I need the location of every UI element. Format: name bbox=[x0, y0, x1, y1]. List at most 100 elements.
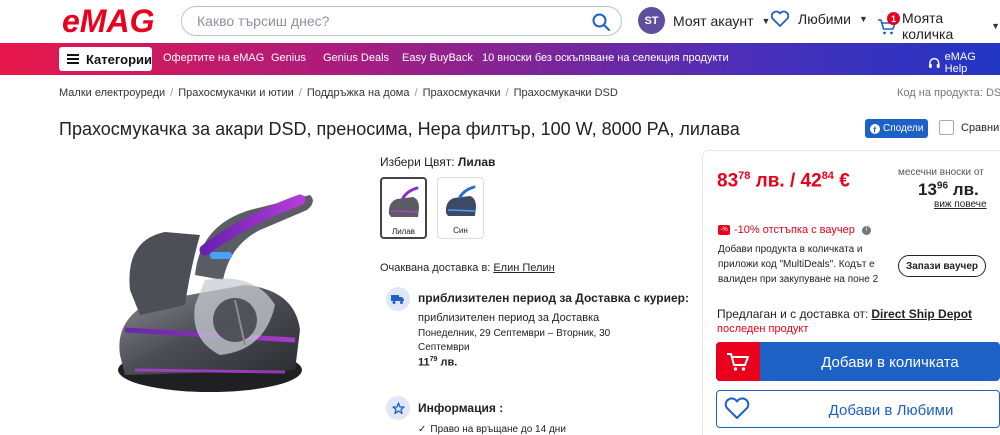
save-voucher-button[interactable]: Запази ваучер bbox=[898, 255, 986, 277]
cart-icon-wrap: 1 bbox=[877, 12, 900, 36]
courier-price-dec: 79 bbox=[429, 356, 438, 363]
compare-toggle[interactable]: Сравни bbox=[939, 120, 999, 135]
favorites-label[interactable]: Любими bbox=[798, 11, 851, 27]
info-title: Информация : bbox=[418, 401, 504, 415]
delivery-label: Очаквана доставка в: bbox=[380, 262, 491, 274]
help-label[interactable]: eMAG Help bbox=[945, 51, 1000, 75]
breadcrumb-separator: / bbox=[170, 87, 174, 99]
nav-link-easy-buyback[interactable]: Easy BuyBack bbox=[402, 52, 473, 64]
variant-label: Син bbox=[453, 226, 468, 235]
search-input[interactable] bbox=[197, 13, 587, 29]
product-code: Код на продукта: DSD4 bbox=[897, 87, 1000, 99]
price-eur-dec: 84 bbox=[821, 170, 834, 182]
share-label: Сподели bbox=[883, 123, 924, 134]
emag-logo[interactable]: eMAG bbox=[60, 3, 168, 39]
headset-icon bbox=[928, 57, 940, 68]
price-bgn-dec: 78 bbox=[738, 170, 751, 182]
breadcrumb-item[interactable]: Прахосмукачки bbox=[423, 87, 501, 99]
info-icon[interactable]: i bbox=[861, 225, 871, 235]
share-button[interactable]: f Сподели bbox=[865, 119, 928, 138]
price-eur-int: 42 bbox=[800, 170, 822, 192]
header: eMAG ST Моят акаунт ▼ Любими ▼ 1 Моята к… bbox=[0, 0, 1000, 43]
variant-thumbnail bbox=[388, 186, 419, 217]
courier-dates: Понеделник, 29 Септември – Вторник, 30 С… bbox=[418, 328, 611, 353]
voucher-discount-label: -10% отстъпка с ваучер bbox=[734, 224, 855, 236]
nav-link-emag-offers[interactable]: Офертите на eMAG bbox=[163, 52, 264, 64]
price-separator: / bbox=[789, 170, 796, 192]
installment-currency: лв. bbox=[952, 180, 979, 199]
chevron-down-icon: ▼ bbox=[991, 21, 1000, 31]
categories-label: Категории bbox=[85, 51, 152, 67]
breadcrumb-item[interactable]: Прахосмукачки DSD bbox=[514, 87, 618, 99]
cart-count-badge: 1 bbox=[887, 12, 900, 25]
svg-text:f: f bbox=[873, 125, 876, 134]
avatar[interactable]: ST bbox=[638, 7, 665, 34]
facebook-icon: f bbox=[870, 123, 880, 134]
price-eur-currency: € bbox=[839, 170, 850, 192]
page-title: Прахосмукачка за акари DSD, преносима, H… bbox=[59, 119, 740, 139]
installment-dec: 96 bbox=[936, 180, 949, 192]
variant-blue[interactable]: Син bbox=[437, 177, 484, 239]
breadcrumb-item[interactable]: Малки електроуреди bbox=[59, 87, 165, 99]
product-image[interactable] bbox=[95, 180, 335, 410]
info-item-text: Право на връщане до 14 дни bbox=[430, 424, 566, 435]
breadcrumb: Малки електроуреди / Прахосмукачки и ютии /… bbox=[59, 87, 618, 99]
nav-link-genius-deals[interactable]: Genius Deals bbox=[323, 52, 389, 64]
info-item: ✓ Право на връщане до 14 дни bbox=[418, 424, 566, 435]
categories-button[interactable]: Категории bbox=[59, 47, 152, 71]
add-to-cart-label: Добави в количката bbox=[821, 354, 959, 371]
search-box[interactable] bbox=[181, 6, 622, 36]
cart-icon-box bbox=[716, 342, 760, 381]
account-label[interactable]: Моят акаунт bbox=[673, 13, 753, 29]
breadcrumb-separator: / bbox=[505, 87, 509, 99]
cart-icon bbox=[727, 352, 749, 371]
installment-value: 1396 лв. bbox=[918, 180, 979, 200]
cart-menu[interactable]: 1 Моята количка ▼ bbox=[877, 10, 1000, 42]
courier-price-currency: лв. bbox=[440, 356, 458, 369]
star-icon bbox=[391, 401, 405, 414]
price-bgn-int: 83 bbox=[717, 170, 739, 192]
variant-thumbnail bbox=[445, 185, 476, 216]
compare-checkbox[interactable] bbox=[939, 120, 954, 135]
breadcrumb-item[interactable]: Прахосмукачки и ютии bbox=[178, 87, 294, 99]
add-to-favorites-label: Добави в Любими bbox=[828, 402, 954, 419]
compare-label[interactable]: Сравни bbox=[961, 122, 999, 134]
courier-price: 1179 лв. bbox=[418, 356, 457, 369]
info-icon-wrap bbox=[386, 396, 410, 420]
seller-prefix: Предлаган и с доставка от: bbox=[717, 307, 869, 321]
truck-icon bbox=[391, 294, 404, 304]
installment-label: месечни вноски от bbox=[898, 167, 984, 178]
color-selector-label: Избери Цвят: Лилав bbox=[380, 155, 495, 169]
main-nav: Категории Офертите на eMAG Genius Genius… bbox=[0, 43, 1000, 75]
heart-icon bbox=[724, 397, 750, 419]
installment-int: 13 bbox=[918, 180, 937, 199]
breadcrumb-item[interactable]: Поддръжка на дома bbox=[307, 87, 410, 99]
add-to-favorites-button[interactable]: Добави в Любими bbox=[716, 390, 1000, 428]
seller-link[interactable]: Direct Ship Depot bbox=[871, 307, 972, 321]
emag-help-link[interactable]: eMAG Help bbox=[928, 51, 1000, 75]
search-icon[interactable] bbox=[591, 12, 611, 32]
voucher-discount: -% -10% отстъпка с ваучер i bbox=[718, 224, 871, 236]
account-menu[interactable]: ST Моят акаунт ▼ bbox=[638, 7, 770, 34]
price-bgn-currency: лв. bbox=[755, 170, 785, 192]
check-icon: ✓ bbox=[418, 424, 427, 435]
courier-subtitle: приблизителен период за Доставка bbox=[418, 312, 600, 324]
favorites-menu[interactable]: Любими ▼ bbox=[770, 10, 868, 28]
variant-purple[interactable]: Лилав bbox=[380, 177, 427, 239]
nav-link-genius[interactable]: Genius bbox=[271, 52, 306, 64]
cart-label[interactable]: Моята количка bbox=[902, 10, 985, 42]
installment-more-link[interactable]: виж повече bbox=[934, 199, 987, 210]
courier-price-int: 11 bbox=[418, 356, 430, 369]
voucher-text: Добави продукта в количката и приложи ко… bbox=[718, 244, 879, 285]
voucher-tag-icon: -% bbox=[718, 225, 730, 235]
breadcrumb-separator: / bbox=[298, 87, 302, 99]
add-to-cart-button[interactable]: Добави в количката bbox=[716, 342, 1000, 381]
breadcrumb-separator: / bbox=[414, 87, 418, 99]
variant-label: Лилав bbox=[391, 227, 416, 236]
heart-icon bbox=[770, 10, 790, 27]
seller-info: Предлаган и с доставка от: Direct Ship De… bbox=[717, 307, 972, 321]
delivery-location-link[interactable]: Елин Пелин bbox=[493, 262, 554, 274]
courier-icon-wrap bbox=[386, 287, 410, 311]
product-price: 8378 лв. / 4284 € bbox=[717, 170, 850, 192]
nav-link-installments[interactable]: 10 вноски без оскъпяване на селекция про… bbox=[482, 52, 729, 64]
